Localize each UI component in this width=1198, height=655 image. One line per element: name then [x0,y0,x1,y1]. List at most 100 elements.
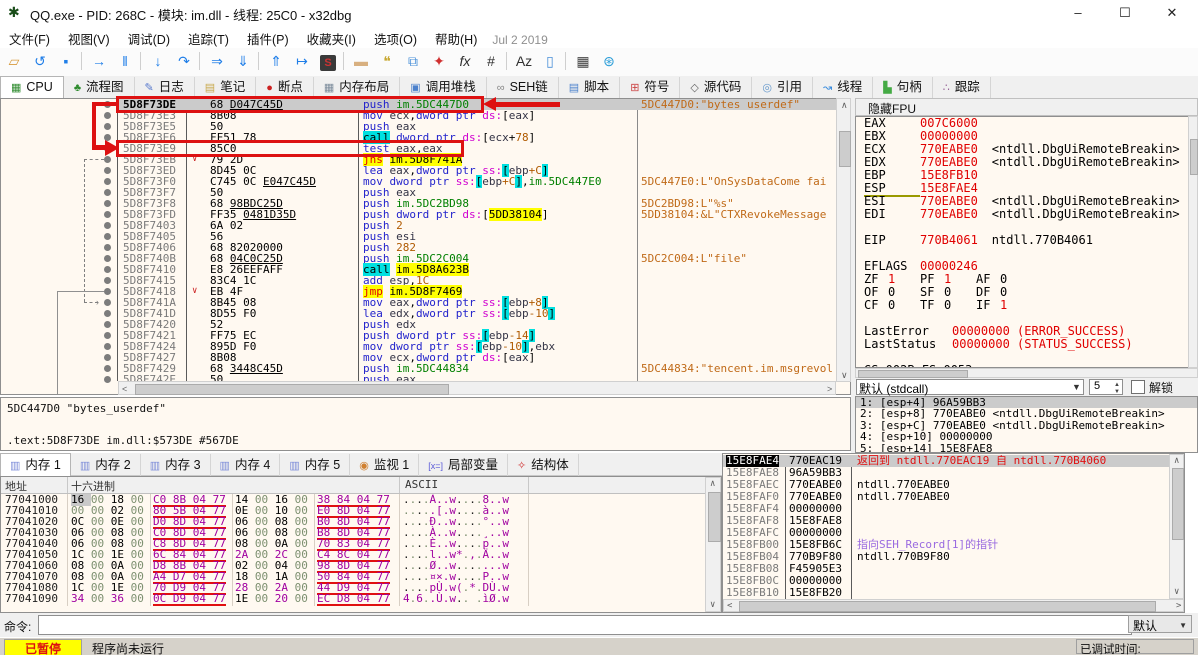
arguments-panel[interactable]: 1: [esp+4] 96A59BB3 2: [esp+8] 770EABE0 <… [855,396,1198,453]
scroll-thumb[interactable] [858,370,968,378]
breakpoint-dot[interactable] [104,123,111,130]
pause-icon[interactable]: ‖ [113,50,137,72]
close-button[interactable]: ✕ [1152,2,1192,24]
breakpoint-dot[interactable] [104,178,111,185]
breakpoint-dot[interactable] [104,354,111,361]
breakpoint-dot[interactable] [104,200,111,207]
register-row[interactable]: EIP 770B4061 ntdll.770B4061 [856,234,1197,247]
breakpoint-dot[interactable] [104,189,111,196]
stack-row[interactable]: 15E8FB10 15E8FB20 [723,587,1183,599]
scroll-thumb[interactable] [708,492,721,542]
scroll-thumb[interactable] [739,601,1156,612]
hex-byte[interactable]: 04 [357,592,377,605]
hex-byte[interactable]: 1E [235,592,255,605]
scroll-down-icon[interactable]: ∨ [841,371,848,380]
labels-icon[interactable]: ⧉ [401,50,425,72]
hex-byte[interactable]: 20 [275,592,295,605]
hex-byte[interactable]: D8 [337,592,357,605]
hide-fpu-button[interactable]: 隐藏FPU [855,98,1198,116]
step-into-icon[interactable]: ↓ [146,50,170,72]
modules-icon[interactable]: ▯ [538,50,562,72]
tab-CPU[interactable]: ▦ CPU [0,76,64,98]
breakpoint-dot[interactable] [104,321,111,328]
hex-byte[interactable]: 77 [213,592,226,605]
hex-byte[interactable]: 00 [131,592,144,605]
register-row[interactable]: OF 0 SF 0 DF 0 [856,286,1197,299]
registers-panel[interactable]: EAX 007C6000 EBX 00000000 ECX 770EABE0 <ntdll.… [855,116,1198,368]
tab-断点[interactable]: ● 断点 [256,77,314,98]
hex-byte[interactable]: EC [317,592,337,605]
hex-byte[interactable]: 00 [255,592,275,605]
open-folder-icon[interactable]: ▱ [2,50,26,72]
scroll-left-icon[interactable]: < [727,602,732,611]
register-row[interactable]: EDX 770EABE0 <ntdll.DbgUiRemoteBreakin> [856,156,1197,169]
breakpoint-dot[interactable] [104,233,111,240]
tab-内存 1[interactable]: ▥ 内存 1 [0,453,71,476]
register-row[interactable]: LastStatus 00000000 (STATUS_SUCCESS) [856,338,1197,351]
registers-vscrollbar[interactable] [1188,116,1198,368]
register-row[interactable] [856,247,1197,260]
command-mode-select[interactable]: 默认 ▼ [1128,615,1192,633]
breakpoint-dot[interactable] [104,332,111,339]
breakpoint-dot[interactable] [104,266,111,273]
memory-row[interactable]: 77041090 34 00 36 00 0C D9 04 77 1E 00 20 0… [1,592,703,606]
tab-监视 1[interactable]: ◉ 监视 1 [350,454,420,476]
restart-icon[interactable]: ↺ [28,50,52,72]
register-row[interactable]: ZF 1 PF 1 AF 0 [856,273,1197,286]
breakpoint-dot[interactable] [104,145,111,152]
tab-内存 2[interactable]: ▥ 内存 2 [71,454,141,476]
breakpoint-dot[interactable] [104,310,111,317]
run-trace-icon[interactable]: ⇒ [205,50,229,72]
disasm-row[interactable]: 5D8F73E3 8B08 mov ecx,dword ptr ds:[eax] [118,110,836,121]
tab-脚本[interactable]: ▤ 脚本 [559,77,621,98]
tab-SEH链[interactable]: ∞ SEH链 [487,77,559,98]
spin-up-icon[interactable]: ▲ [1114,382,1120,388]
register-row[interactable]: EAX 007C6000 [856,117,1197,130]
disasm-row[interactable]: 5D8F7403 6A 02 push 2 [118,220,836,231]
tab-引用[interactable]: ◎ 引用 [752,77,814,98]
scroll-up-icon[interactable]: ∧ [710,480,715,489]
hex-byte[interactable]: 0C [153,592,173,605]
disasm-row[interactable]: 5D8F741D 8D55 F0 lea edx,dword ptr ss:[ebp… [118,307,836,320]
tab-局部变量[interactable]: [x=] 局部变量 [419,454,509,476]
breakpoint-dot[interactable] [104,365,111,372]
scroll-down-icon[interactable]: ∨ [1174,588,1179,597]
run-icon[interactable]: → [87,50,111,72]
strings-icon[interactable]: Az [512,50,536,72]
breakpoint-dot[interactable] [104,167,111,174]
hex-byte[interactable]: 00 [91,592,111,605]
register-row[interactable]: CF 0 TF 0 IF 1 [856,299,1197,312]
registers-hscrollbar[interactable] [855,368,1198,378]
s-badge-icon[interactable]: S [316,50,340,72]
breakpoint-dot[interactable] [104,299,111,306]
run-to-user-icon[interactable]: ↦ [290,50,314,72]
hex-byte[interactable]: D9 [173,592,193,605]
step-out-icon[interactable]: ⇑ [264,50,288,72]
tab-内存 4[interactable]: ▥ 内存 4 [211,454,281,476]
scroll-thumb[interactable] [839,131,851,167]
register-row[interactable]: EDI 770EABE0 <ntdll.DbgUiRemoteBreakin> [856,208,1197,221]
tab-内存 3[interactable]: ▥ 内存 3 [141,454,211,476]
tab-笔记[interactable]: ▤ 笔记 [195,77,257,98]
breakpoint-dot[interactable] [104,277,111,284]
scroll-right-icon[interactable]: > [827,385,832,394]
hex-byte[interactable]: 77 [377,592,390,605]
scroll-down-icon[interactable]: ∨ [710,601,715,610]
calling-convention-select[interactable]: 默认 (stdcall) ▼ [856,379,1084,396]
disasm-row[interactable]: 5D8F742E 50 push eax [118,374,836,381]
breakpoint-dot[interactable] [104,244,111,251]
scroll-up-icon[interactable]: ∧ [841,101,848,110]
scroll-thumb[interactable] [135,384,449,395]
minimize-button[interactable]: – [1058,2,1098,24]
tab-跟踪[interactable]: ∴ 跟踪 [933,77,991,98]
scroll-thumb[interactable] [1172,468,1184,540]
breakpoint-dot[interactable] [104,156,111,163]
breakpoint-dot[interactable] [104,211,111,218]
tab-线程[interactable]: ↝ 线程 [813,77,874,98]
functions-icon[interactable]: fx [453,50,477,72]
disasm-row[interactable]: 5D8F7429 68 3448C45D push im.5DC44834 5DC44… [118,363,836,374]
tab-源代码[interactable]: ◇ 源代码 [680,77,753,98]
tab-流程图[interactable]: ♣ 流程图 [64,77,135,98]
stack-vscrollbar[interactable]: ∧ ∨ [1169,454,1184,599]
breakpoint-dot[interactable] [104,112,111,119]
